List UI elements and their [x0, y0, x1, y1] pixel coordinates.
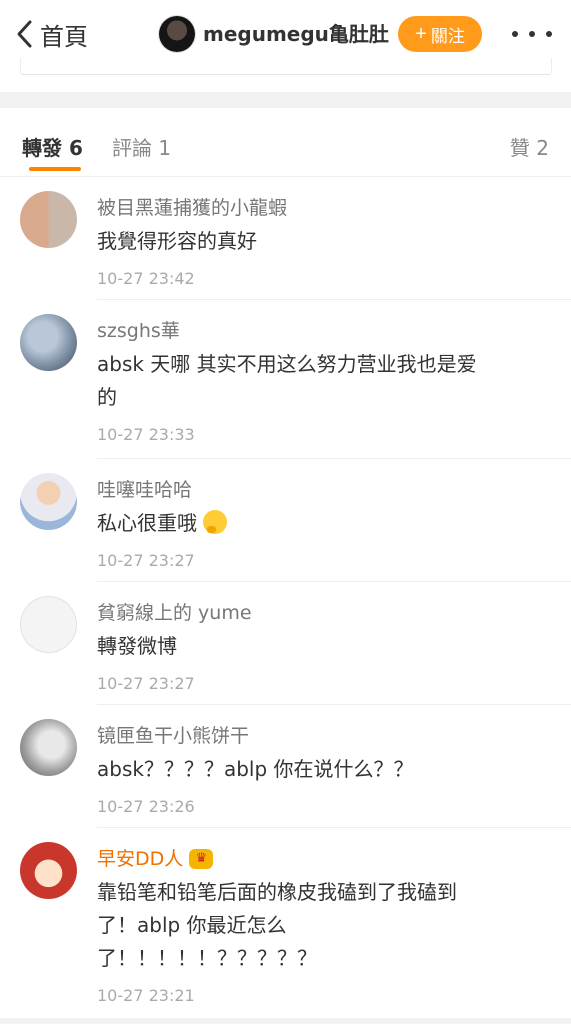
avatar[interactable] — [159, 16, 195, 52]
follow-label: 關注 — [430, 26, 465, 46]
list-item[interactable]: 镜匣鱼干小熊饼干 absk？？？？ablp 你在说什么？？ 10-27 23:2… — [0, 705, 571, 828]
active-tab-indicator — [29, 167, 81, 171]
plus-icon: + — [415, 22, 427, 45]
username[interactable]: szsghs華 — [97, 318, 551, 344]
username[interactable]: 貧窮線上的 yume — [97, 600, 551, 626]
repost-text-line: 靠铅笔和铅笔后面的橡皮我磕到了我磕到 — [97, 880, 457, 904]
page-title[interactable]: megumegu亀肚肚 — [203, 18, 389, 47]
back-button[interactable]: 首頁 — [14, 14, 88, 54]
tab-like[interactable]: 贊 2 — [510, 132, 549, 161]
back-label: 首頁 — [40, 22, 88, 51]
username-row[interactable]: 早安DD人 ♛ — [97, 846, 551, 872]
timestamp: 10-27 23:21 — [97, 986, 195, 1005]
timestamp: 10-27 23:42 — [97, 269, 195, 288]
vip-crown-icon: ♛ — [189, 849, 214, 869]
repost-text-row: 私心很重哦 — [97, 507, 551, 540]
timestamp: 10-27 23:33 — [97, 425, 195, 444]
repost-text-line: 了！！！！！？？？？？ — [97, 946, 317, 970]
timestamp: 10-27 23:26 — [97, 797, 195, 816]
list-item[interactable]: 被目黑蓮捕獲的小龍蝦 我覺得形容的真好 10-27 23:42 — [0, 177, 571, 300]
repost-text-line: 了！ablp 你最近怎么 — [97, 913, 287, 937]
avatar[interactable] — [20, 842, 77, 899]
username[interactable]: 被目黑蓮捕獲的小龍蝦 — [97, 195, 551, 221]
section-divider — [0, 92, 571, 108]
tab-comment[interactable]: 評論 1 — [112, 132, 171, 161]
avatar[interactable] — [20, 314, 77, 371]
repost-text: 靠铅笔和铅笔后面的橡皮我磕到了我磕到 了！ablp 你最近怎么 了！！！！！？？… — [97, 876, 551, 975]
repost-text: 我覺得形容的真好 — [97, 229, 257, 253]
chevron-left-icon — [17, 20, 32, 48]
repost-text: absk 天哪 其实不用这么努力营业我也是爱 的 — [97, 348, 551, 414]
repost-text: 轉發微博 — [97, 634, 177, 658]
list-item[interactable]: szsghs華 absk 天哪 其实不用这么努力营业我也是爱 的 10-27 2… — [0, 300, 571, 459]
timestamp: 10-27 23:27 — [97, 551, 195, 570]
tab-bar: 轉發 6 評論 1 贊 2 — [0, 108, 571, 177]
repost-text: 私心很重哦 — [97, 511, 197, 535]
avatar[interactable] — [20, 596, 77, 653]
repost-text: absk？？？？ablp 你在说什么？？ — [97, 757, 414, 781]
repost-list: 被目黑蓮捕獲的小龍蝦 我覺得形容的真好 10-27 23:42 szsghs華 … — [0, 177, 571, 1021]
post-card-edge — [20, 58, 552, 75]
thinking-emoji-icon — [203, 510, 227, 534]
tab-repost[interactable]: 轉發 6 — [22, 132, 83, 161]
follow-button[interactable]: + 關注 — [398, 16, 482, 52]
bottom-divider — [0, 1018, 571, 1024]
list-item[interactable]: 哇噻哇哈哈 私心很重哦 10-27 23:27 — [0, 459, 571, 582]
list-item[interactable]: 貧窮線上的 yume 轉發微博 10-27 23:27 — [0, 582, 571, 705]
username[interactable]: 早安DD人 — [97, 846, 183, 872]
avatar[interactable] — [20, 473, 77, 530]
list-item[interactable]: 早安DD人 ♛ 靠铅笔和铅笔后面的橡皮我磕到了我磕到 了！ablp 你最近怎么 … — [0, 828, 571, 1021]
repost-text-line: absk 天哪 其实不用这么努力营业我也是爱 — [97, 352, 477, 376]
username[interactable]: 哇噻哇哈哈 — [97, 477, 551, 503]
more-options-icon[interactable] — [512, 22, 552, 46]
avatar[interactable] — [20, 191, 77, 248]
repost-text-line: 的 — [97, 385, 117, 409]
timestamp: 10-27 23:27 — [97, 674, 195, 693]
avatar[interactable] — [20, 719, 77, 776]
username[interactable]: 镜匣鱼干小熊饼干 — [97, 723, 551, 749]
